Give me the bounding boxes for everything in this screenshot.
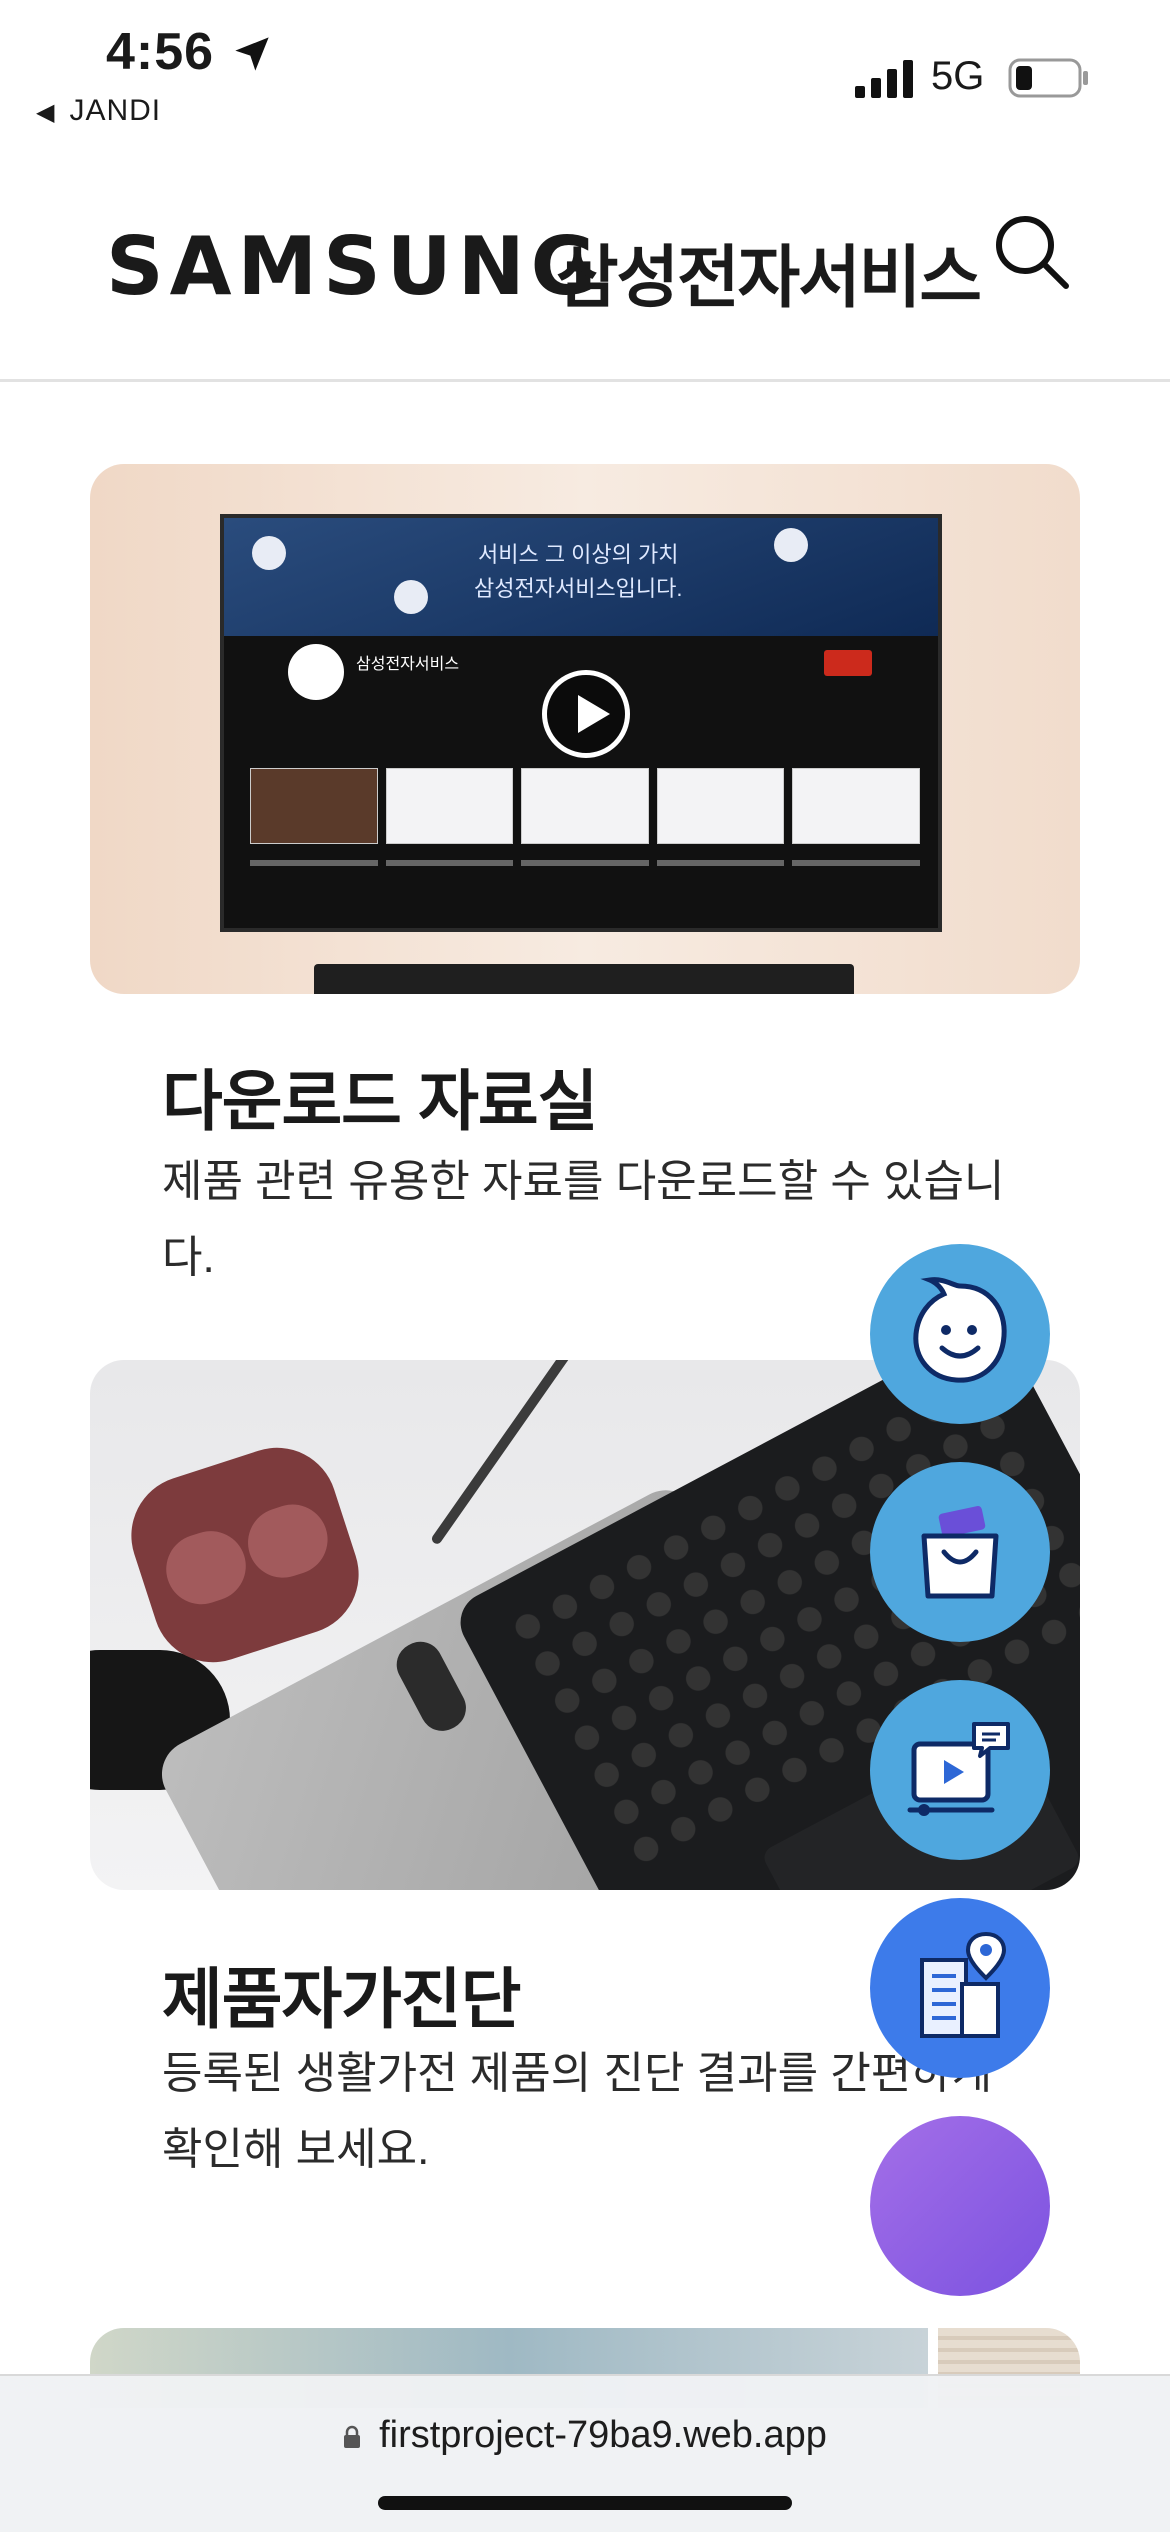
search-icon[interactable] <box>992 212 1072 292</box>
site-title[interactable]: 삼성전자서비스 <box>556 222 982 321</box>
video-thumbnail <box>656 768 785 844</box>
banner-text: 서비스 그 이상의 가치 삼성전자서비스입니다. <box>474 542 683 601</box>
play-icon[interactable] <box>542 670 630 758</box>
site-header: SAMSUNG 삼성전자서비스 <box>0 150 1170 382</box>
channel-name: 삼성전자서비스 <box>356 656 460 673</box>
back-triangle-icon: ◀ <box>36 99 56 126</box>
location-arrow-icon <box>235 37 269 71</box>
shop-button[interactable] <box>870 1462 1050 1642</box>
shopping-bag-icon <box>921 1506 999 1599</box>
lock-icon <box>344 2425 361 2448</box>
status-time: 4:56 <box>106 23 215 81</box>
video-thumbnail <box>521 768 649 844</box>
video-consult-button[interactable] <box>870 1680 1050 1860</box>
channel-banner: 서비스 그 이상의 가치 삼성전자서비스입니다. <box>224 518 938 636</box>
app-screen: 4:56 ◀ JANDI 5G SAMSUNG 삼성전자서비스 서비스 그 이상… <box>0 0 1170 2532</box>
video-chat-icon <box>907 1722 1010 1816</box>
back-to-app-link[interactable]: ◀ JANDI <box>36 94 161 128</box>
tv-soundbar <box>314 964 854 994</box>
self-diagnosis-card-title[interactable]: 제품자가진단 <box>162 1946 521 2042</box>
chatbot-button[interactable] <box>870 1244 1050 1424</box>
subscribe-badge <box>824 650 872 676</box>
samsung-logo[interactable]: SAMSUNG <box>106 220 602 313</box>
download-card[interactable]: 서비스 그 이상의 가치 삼성전자서비스입니다. 삼성전자서비스 다운로드 자료… <box>90 464 1080 1282</box>
video-thumbnails <box>250 768 920 844</box>
home-indicator[interactable] <box>378 2496 792 2510</box>
status-bar: 4:56 ◀ JANDI 5G <box>0 0 1170 150</box>
service-center-icon <box>920 1931 1007 2038</box>
chatbot-face-icon <box>913 1277 1007 1383</box>
battery-icon <box>1008 58 1088 98</box>
video-thumbnail <box>792 768 920 844</box>
back-app-label: JANDI <box>69 94 162 127</box>
video-thumbnail <box>385 768 514 844</box>
url-text: firstproject-79ba9.web.app <box>379 2414 827 2456</box>
purple-action-button[interactable] <box>870 2116 1050 2296</box>
browser-address-bar[interactable]: firstproject-79ba9.web.app <box>0 2374 1170 2532</box>
service-center-button[interactable] <box>870 1898 1050 2078</box>
download-card-image[interactable]: 서비스 그 이상의 가치 삼성전자서비스입니다. 삼성전자서비스 <box>90 464 1080 994</box>
tv-screen: 서비스 그 이상의 가치 삼성전자서비스입니다. 삼성전자서비스 <box>220 514 942 932</box>
cellular-signal-icon <box>855 60 913 98</box>
channel-logo <box>288 644 344 700</box>
video-thumbnail <box>250 768 378 844</box>
network-type: 5G <box>931 54 985 98</box>
blank-icon <box>900 2146 1020 2266</box>
download-card-title[interactable]: 다운로드 자료실 <box>162 1048 598 1144</box>
